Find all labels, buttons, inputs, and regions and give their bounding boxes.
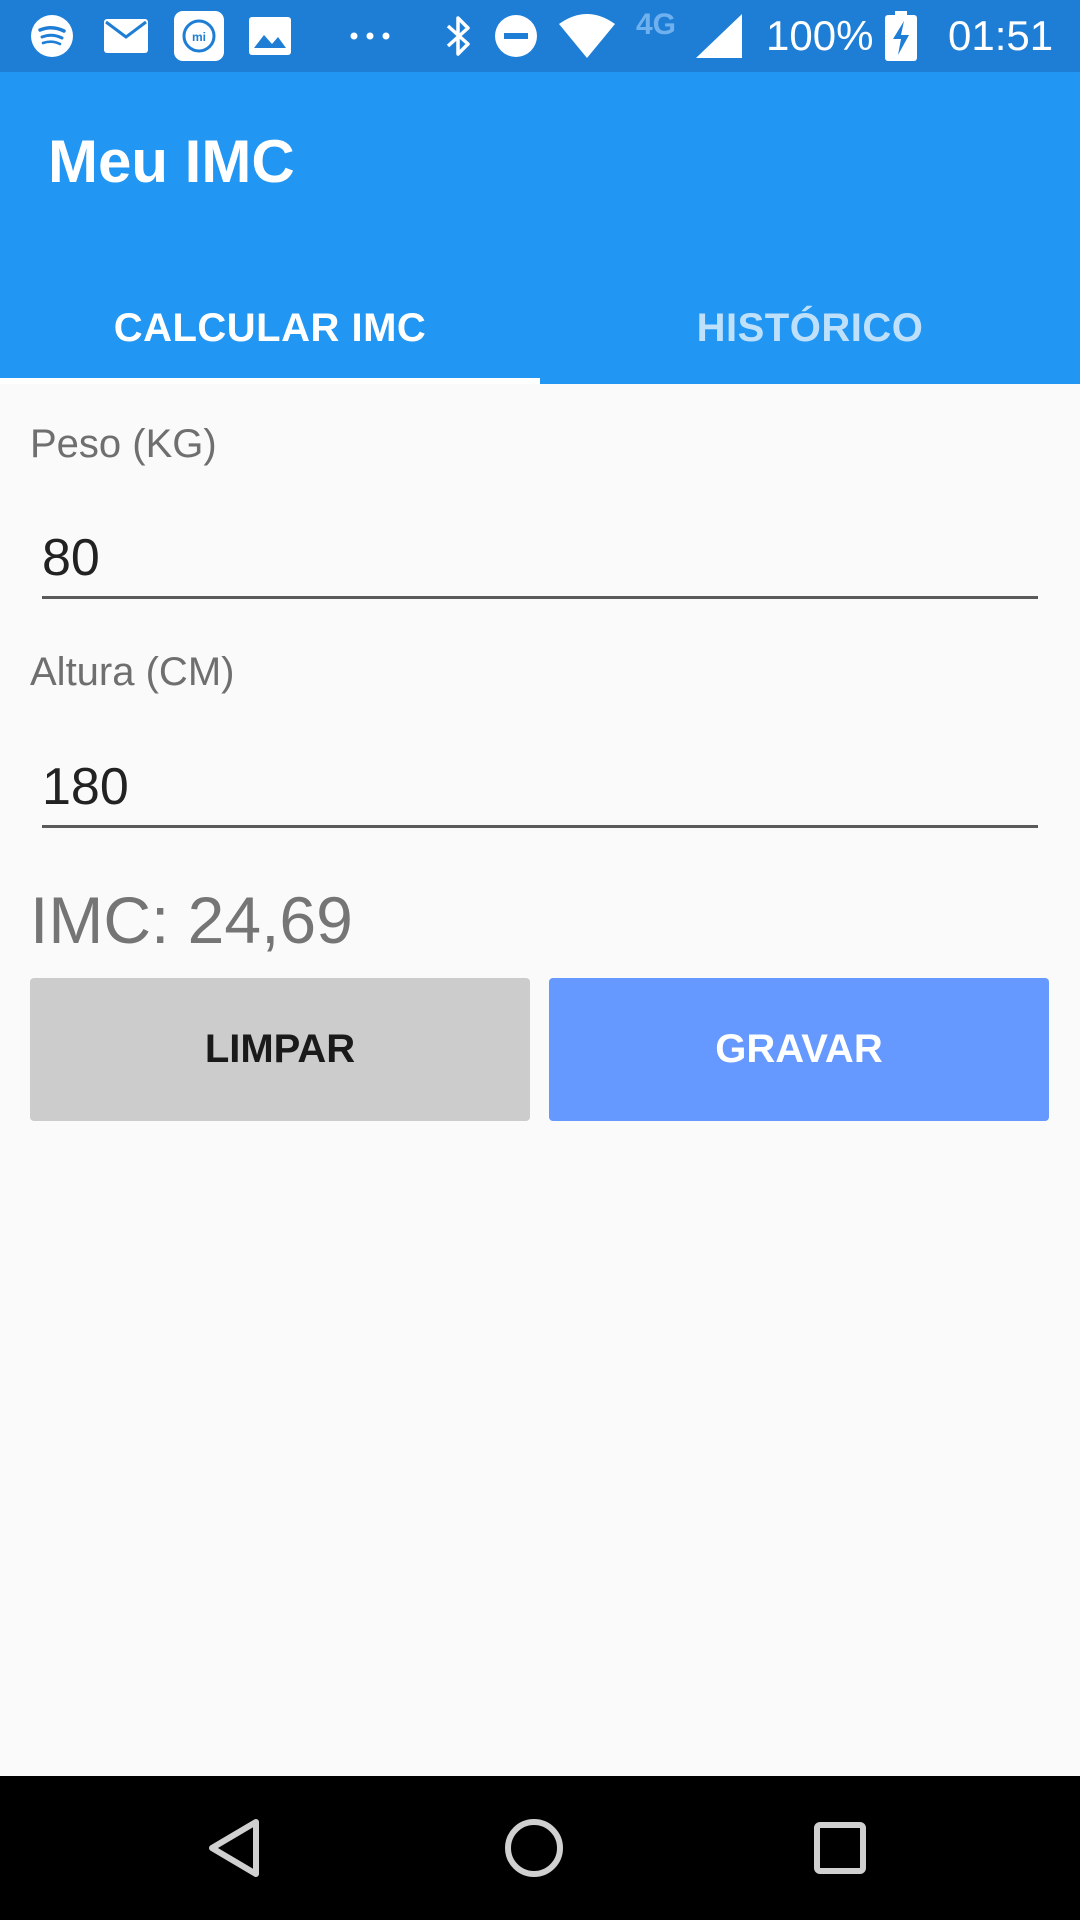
height-input[interactable] [42, 749, 1038, 828]
cell-signal-icon [696, 14, 742, 58]
tab-label: CALCULAR IMC [113, 305, 427, 350]
do-not-disturb-icon [494, 14, 538, 58]
gallery-icon [248, 14, 292, 58]
mail-icon [104, 14, 148, 58]
height-label: Altura (CM) [30, 650, 235, 694]
mi-fit-icon: mi [174, 11, 224, 61]
active-tab-indicator [0, 378, 540, 384]
save-button[interactable]: GRAVAR [549, 978, 1049, 1121]
weight-input[interactable] [42, 520, 1038, 599]
wifi-icon [558, 14, 616, 58]
imc-result: IMC: 24,69 [30, 883, 353, 957]
weight-label: Peso (KG) [30, 422, 217, 466]
app-bar: Meu IMC CALCULAR IMC HISTÓRICO [0, 72, 1080, 384]
bluetooth-icon [436, 14, 480, 58]
recents-icon[interactable] [798, 1806, 882, 1890]
app-title: Meu IMC [48, 128, 295, 195]
navigation-bar [0, 1776, 1080, 1920]
tab-historico[interactable]: HISTÓRICO [540, 272, 1080, 384]
network-type: 4G [636, 8, 677, 41]
battery-percentage: 100% [766, 12, 874, 59]
svg-text:mi: mi [192, 30, 206, 44]
home-icon[interactable] [492, 1806, 576, 1890]
tab-calcular-imc[interactable]: CALCULAR IMC [0, 272, 540, 384]
tab-label: HISTÓRICO [696, 305, 924, 350]
status-bar: mi 4G 100% 01:51 [0, 0, 1080, 72]
clock: 01:51 [948, 12, 1054, 59]
battery-charging-icon [884, 11, 918, 61]
back-icon[interactable] [192, 1806, 276, 1890]
spotify-icon [30, 14, 74, 58]
clear-button[interactable]: LIMPAR [30, 978, 530, 1121]
more-dots-icon [348, 14, 392, 58]
